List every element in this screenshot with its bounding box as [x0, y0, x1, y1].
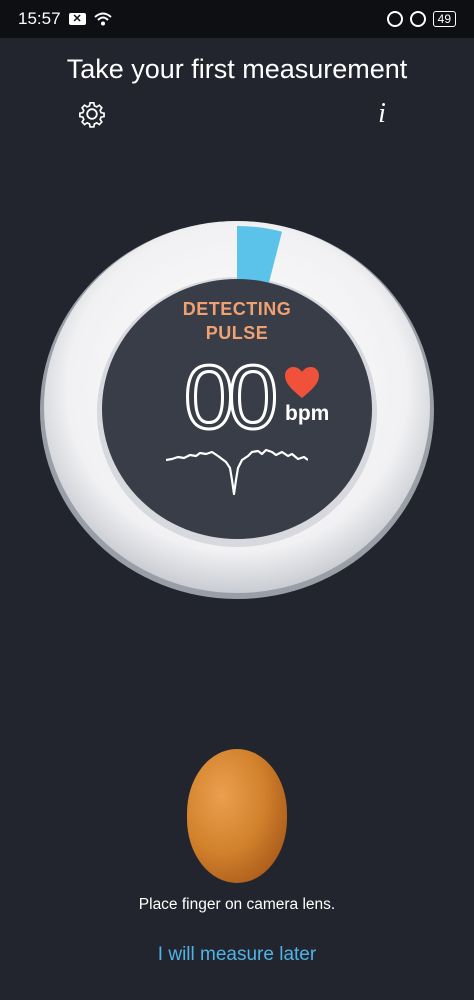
bpm-unit: bpm — [285, 402, 330, 425]
status-line-1: DETECTING — [182, 299, 292, 319]
page-title: Take your first measurement — [66, 54, 408, 84]
heart-icon — [285, 367, 319, 398]
lock-rotation-icon — [409, 11, 426, 27]
status-time: 15:57 — [18, 9, 61, 28]
close-notification-icon: ✕ — [68, 13, 86, 25]
pulse-waveform — [166, 448, 308, 496]
status-bar-right: 49 — [386, 11, 456, 27]
battery-icon: 49 — [432, 11, 456, 27]
detecting-status: DETECTING PULSE — [137, 297, 337, 345]
status-line-2: PULSE — [205, 323, 269, 343]
finger-placement-indicator — [187, 749, 287, 883]
instruction-text: Place finger on camera lens. — [138, 896, 336, 913]
status-bar-left: 15:57 ✕ — [18, 9, 112, 29]
wifi-icon — [93, 12, 112, 26]
status-bar: 15:57 ✕ 49 — [0, 0, 474, 38]
data-saver-icon — [386, 11, 403, 27]
gear-icon — [79, 101, 105, 128]
bpm-value: 00 — [182, 348, 279, 448]
settings-button[interactable] — [78, 100, 106, 128]
measure-later-link[interactable]: I will measure later — [0, 944, 474, 966]
info-button[interactable]: i — [372, 98, 392, 130]
